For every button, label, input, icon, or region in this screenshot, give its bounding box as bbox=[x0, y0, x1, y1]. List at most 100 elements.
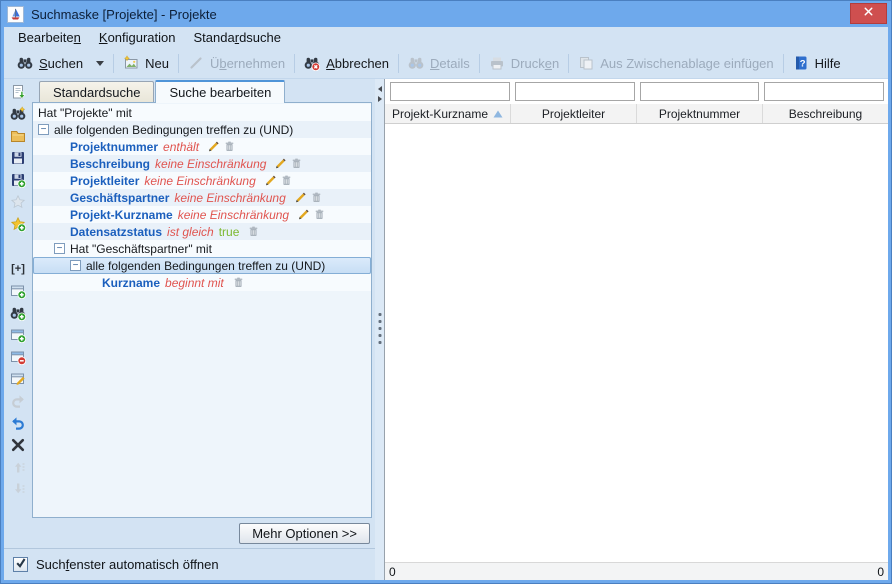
toolbar-button-hilfe[interactable]: ?Hilfe bbox=[793, 55, 841, 71]
collapse-expander-icon[interactable]: − bbox=[70, 260, 81, 271]
delete-condition-icon[interactable] bbox=[232, 276, 245, 289]
toolbar-button-label: Abbrechen bbox=[326, 56, 389, 71]
sidebar-button-move-up bbox=[9, 458, 28, 475]
help-icon: ? bbox=[793, 55, 809, 71]
search-editor-column: [+] StandardsucheSuche bearbeiten Hat "P… bbox=[4, 79, 375, 580]
edit-condition-icon[interactable] bbox=[274, 157, 287, 170]
toolbar-button-suchen[interactable]: Suchen bbox=[17, 55, 104, 71]
filter-input-beschreibung[interactable] bbox=[764, 82, 884, 101]
row-count-left: 0 bbox=[389, 565, 396, 579]
sidebar-button-add-subcondition[interactable] bbox=[9, 326, 28, 343]
app-window: Suchmaske [Projekte] - Projekte Bearbeit… bbox=[0, 0, 892, 584]
sidebar-button-save-search-as[interactable] bbox=[9, 171, 28, 188]
column-header-label: Projekt-Kurzname bbox=[392, 107, 488, 121]
filter-input-projektleiter[interactable] bbox=[515, 82, 635, 101]
column-header-label: Beschreibung bbox=[789, 107, 862, 121]
filter-row bbox=[385, 79, 888, 104]
collapse-left-icon bbox=[378, 86, 382, 92]
auto-open-checkbox-label: Suchfenster automatisch öffnen bbox=[36, 557, 219, 572]
menu-item-standardsuche[interactable]: Standardsuche bbox=[185, 27, 290, 48]
tree-row[interactable]: Projektnummerenthält bbox=[33, 138, 371, 155]
collapse-expander-icon[interactable]: − bbox=[54, 243, 65, 254]
tree-segment-operator: keine Einschränkung bbox=[174, 191, 285, 205]
tree-segment-plain: alle folgenden Bedingungen treffen zu (U… bbox=[86, 259, 325, 273]
edit-condition-icon[interactable] bbox=[294, 191, 307, 204]
column-header-projektnummer[interactable]: Projektnummer bbox=[637, 104, 763, 123]
more-options-button[interactable]: Mehr Optionen >> bbox=[239, 523, 370, 544]
tab-standardsuche[interactable]: Standardsuche bbox=[39, 81, 154, 102]
tree-segment-operator: ist gleich bbox=[167, 225, 214, 239]
column-header-projekt-kurzname[interactable]: Projekt-Kurzname bbox=[385, 104, 511, 123]
content-area: [+] StandardsucheSuche bearbeiten Hat "P… bbox=[4, 79, 888, 580]
delete-condition-icon[interactable] bbox=[280, 174, 293, 187]
tree-row[interactable]: Projektleiterkeine Einschränkung bbox=[33, 172, 371, 189]
toolbar-button-drucken: Drucken bbox=[489, 55, 559, 71]
toolbar-button-abbrechen[interactable]: Abbrechen bbox=[304, 55, 389, 71]
tree-segment-field: Projekt-Kurzname bbox=[70, 208, 173, 222]
table-body bbox=[385, 124, 888, 562]
sidebar-button-redo bbox=[9, 392, 28, 409]
print-icon bbox=[489, 55, 505, 71]
sidebar-button-delete[interactable] bbox=[9, 436, 28, 453]
delete-condition-icon[interactable] bbox=[223, 140, 236, 153]
tree-segment-field: Projektleiter bbox=[70, 174, 139, 188]
tree-segment-operator: beginnt mit bbox=[165, 276, 224, 290]
delete-condition-icon[interactable] bbox=[290, 157, 303, 170]
tree-row[interactable]: Datensatzstatusist gleichtrue bbox=[33, 223, 371, 240]
close-button[interactable] bbox=[850, 3, 887, 24]
toolbar-separator bbox=[783, 54, 784, 73]
sidebar-button-expand-all[interactable]: [+] bbox=[9, 260, 28, 277]
collapse-expander-icon[interactable]: − bbox=[38, 124, 49, 135]
sort-ascending-icon bbox=[493, 110, 503, 118]
tree-row[interactable]: Beschreibungkeine Einschränkung bbox=[33, 155, 371, 172]
sidebar-button-edit-condition-window[interactable] bbox=[9, 370, 28, 387]
details-icon bbox=[408, 55, 424, 71]
menu-item-konfiguration[interactable]: Konfiguration bbox=[90, 27, 185, 48]
edit-condition-icon[interactable] bbox=[207, 140, 220, 153]
condition-tree: Hat "Projekte" mit−alle folgenden Beding… bbox=[32, 102, 372, 518]
column-header-label: Projektleiter bbox=[542, 107, 605, 121]
delete-condition-icon[interactable] bbox=[313, 208, 326, 221]
delete-condition-icon[interactable] bbox=[310, 191, 323, 204]
tab-suche-bearbeiten[interactable]: Suche bearbeiten bbox=[155, 80, 285, 103]
sidebar-button-save-search[interactable] bbox=[9, 149, 28, 166]
apply-icon bbox=[188, 55, 204, 71]
sidebar-button-add-search-link[interactable] bbox=[9, 304, 28, 321]
tree-segment-plain: Hat "Projekte" mit bbox=[38, 106, 132, 120]
sidebar-button-add-favorite[interactable] bbox=[9, 215, 28, 232]
tree-segment-operator: enthält bbox=[163, 140, 199, 154]
auto-open-checkbox[interactable] bbox=[13, 557, 28, 572]
sidebar-button-remove-condition[interactable] bbox=[9, 348, 28, 365]
column-header-projektleiter[interactable]: Projektleiter bbox=[511, 104, 637, 123]
delete-condition-icon[interactable] bbox=[247, 225, 260, 238]
sidebar-button-load-search[interactable] bbox=[9, 83, 28, 100]
title-bar[interactable]: Suchmaske [Projekte] - Projekte bbox=[1, 1, 891, 27]
toolbar-button-details: Details bbox=[408, 55, 470, 71]
tree-row[interactable]: Hat "Projekte" mit bbox=[33, 104, 371, 121]
splitter-grip-icon[interactable] bbox=[378, 312, 381, 343]
dropdown-caret-icon[interactable] bbox=[96, 61, 104, 66]
filter-input-projekt-kurzname[interactable] bbox=[390, 82, 510, 101]
sidebar-button-new-search[interactable] bbox=[9, 105, 28, 122]
tree-row[interactable]: −alle folgenden Bedingungen treffen zu (… bbox=[33, 257, 371, 274]
cancel-search-icon bbox=[304, 55, 320, 71]
edit-condition-icon[interactable] bbox=[297, 208, 310, 221]
splitter-collapse-arrows[interactable] bbox=[375, 86, 384, 102]
tree-segment-plain: Hat "Geschäftspartner" mit bbox=[70, 242, 212, 256]
tree-row[interactable]: −alle folgenden Bedingungen treffen zu (… bbox=[33, 121, 371, 138]
tree-row[interactable]: −Hat "Geschäftspartner" mit bbox=[33, 240, 371, 257]
column-header-beschreibung[interactable]: Beschreibung bbox=[763, 104, 888, 123]
filter-input-projektnummer[interactable] bbox=[640, 82, 760, 101]
sidebar-button-open-search[interactable] bbox=[9, 127, 28, 144]
panel-splitter[interactable] bbox=[375, 79, 384, 580]
window-title: Suchmaske [Projekte] - Projekte bbox=[31, 7, 217, 22]
tree-row[interactable]: Geschäftspartnerkeine Einschränkung bbox=[33, 189, 371, 206]
tree-row[interactable]: Projekt-Kurznamekeine Einschränkung bbox=[33, 206, 371, 223]
toolbar-button-neu[interactable]: Neu bbox=[123, 55, 169, 71]
tree-row[interactable]: Kurznamebeginnt mit bbox=[33, 274, 371, 291]
sidebar-button-add-condition[interactable] bbox=[9, 282, 28, 299]
edit-condition-icon[interactable] bbox=[264, 174, 277, 187]
results-panel: Projekt-Kurzname Projektleiter Projektnumm… bbox=[384, 79, 888, 580]
menu-item-bearbeiten[interactable]: Bearbeiten bbox=[9, 27, 90, 48]
sidebar-button-undo[interactable] bbox=[9, 414, 28, 431]
